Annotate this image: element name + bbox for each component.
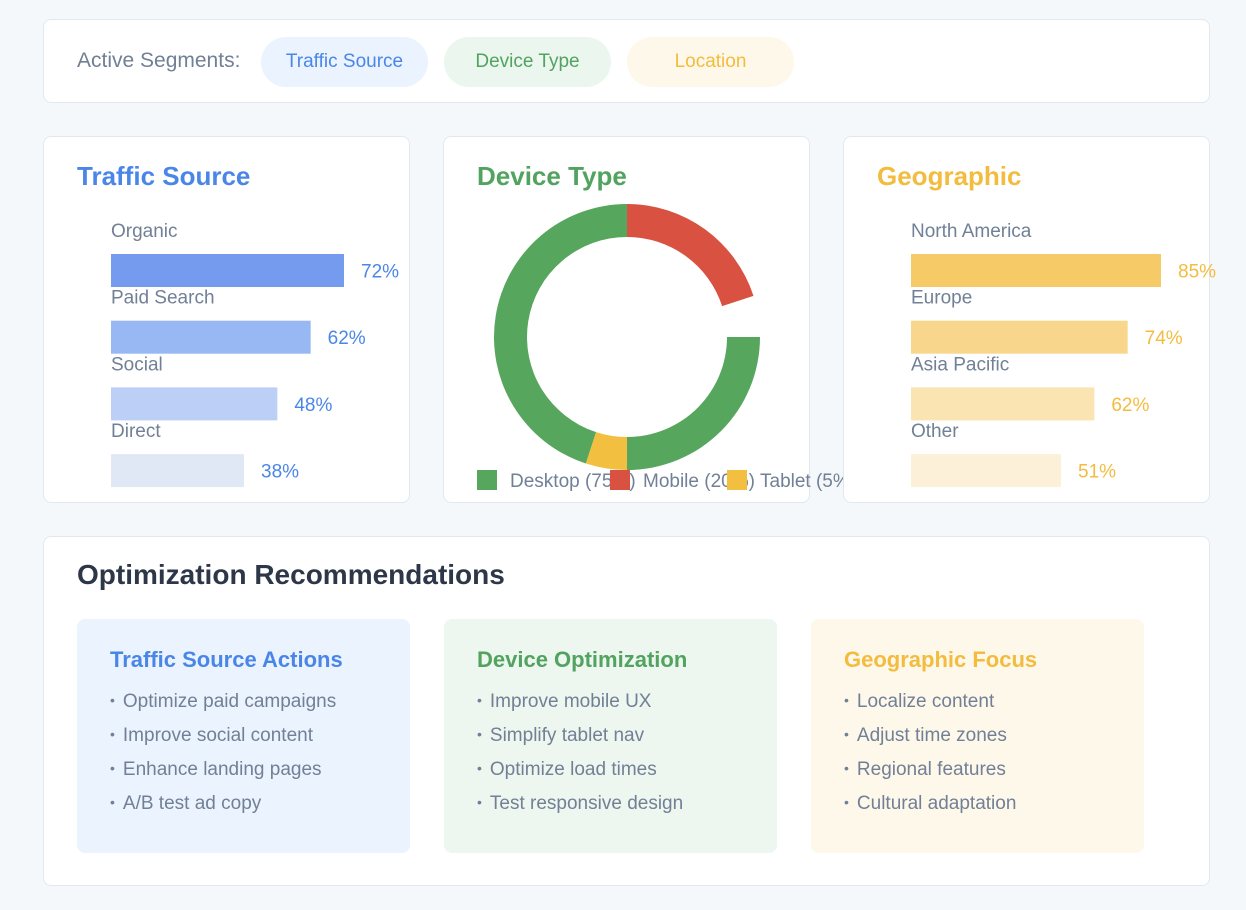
rec-title: Device Optimization [477,647,688,672]
legend-swatch-tablet [727,470,747,490]
bar-category-label: Organic [111,221,178,242]
rec-item: Improve mobile UX [477,685,744,719]
bar [911,454,1061,488]
rec-item: A/B test ad copy [110,787,377,821]
active-segments-label: Active Segments: [77,49,241,72]
bar [111,320,311,354]
bar-category-label: Asia Pacific [911,354,1009,375]
device-type-donut-chart: Desktop (75%) Mobile (20%) Tablet (5%) [477,204,856,492]
rec-title: Traffic Source Actions [110,647,343,672]
bar [911,254,1161,287]
bar [111,454,244,488]
bar [911,387,1095,421]
bar-value-label: 74% [1145,328,1183,349]
rec-item: Enhance landing pages [110,753,377,787]
bar-value-label: 51% [1078,462,1116,483]
recommendations-heading: Optimization Recommendations [77,559,505,590]
bar-category-label: Europe [911,288,972,309]
bar-value-label: 38% [261,462,299,483]
geographic-focus-box: Geographic Focus Localize content Adjust… [811,619,1144,853]
legend-label: Tablet (5%) [760,471,856,492]
segment-pill-device-type[interactable]: Device Type [444,37,611,87]
bar-value-label: 62% [1111,395,1149,416]
bar-category-label: Social [111,354,163,375]
bar-category-label: Other [911,421,959,442]
rec-item: Optimize load times [477,753,744,787]
rec-list: Localize content Adjust time zones Regio… [844,685,1111,821]
bar-category-label: Paid Search [111,288,215,309]
rec-item: Regional features [844,753,1111,787]
bar-category-label: North America [911,221,1032,242]
segment-pill-location[interactable]: Location [627,37,794,87]
rec-item: Simplify tablet nav [477,719,744,753]
bar-value-label: 62% [328,328,366,349]
device-optimization-box: Device Optimization Improve mobile UX Si… [444,619,777,853]
bar-value-label: 85% [1178,262,1216,283]
traffic-source-card: Traffic Source Organic 72% Paid Search 62% S… [43,136,410,503]
geographic-card: Geographic North America 85% Europe 74% Asia… [843,136,1216,503]
device-type-card: Device Type Desktop (75%) Mobile (20%) Tab… [443,136,856,503]
rec-list: Improve mobile UX Simplify tablet nav Op… [477,685,744,821]
rec-item: Optimize paid campaigns [110,685,377,719]
legend-swatch-mobile [610,470,630,490]
active-segments-bar: Active Segments: Traffic Source Device T… [43,19,1210,103]
rec-item: Adjust time zones [844,719,1111,753]
traffic-source-actions-box: Traffic Source Actions Optimize paid cam… [77,619,410,853]
legend-swatch-desktop [477,470,497,490]
bar [111,387,278,421]
rec-title: Geographic Focus [844,647,1038,672]
geographic-bar-chart: North America 85% Europe 74% Asia Pacific 62%… [911,221,1216,488]
segment-pill-traffic-source[interactable]: Traffic Source [261,37,428,87]
bar [111,254,344,287]
rec-item: Localize content [844,685,1111,719]
bar-category-label: Direct [111,421,161,442]
bar-value-label: 48% [294,395,332,416]
bar-value-label: 72% [361,262,399,283]
bar [911,320,1128,354]
donut-slice-desktop [627,337,760,470]
donut-slice-mobile [627,204,754,307]
donut-slice-desktop [494,204,627,464]
rec-item: Improve social content [110,719,377,753]
rec-item: Cultural adaptation [844,787,1111,821]
traffic-source-bar-chart: Organic 72% Paid Search 62% Social 48% Direct 3… [111,221,399,488]
optimization-recommendations-panel: Optimization Recommendations Traffic Sou… [43,536,1210,886]
rec-list: Optimize paid campaigns Improve social c… [110,685,377,821]
rec-item: Test responsive design [477,787,744,821]
